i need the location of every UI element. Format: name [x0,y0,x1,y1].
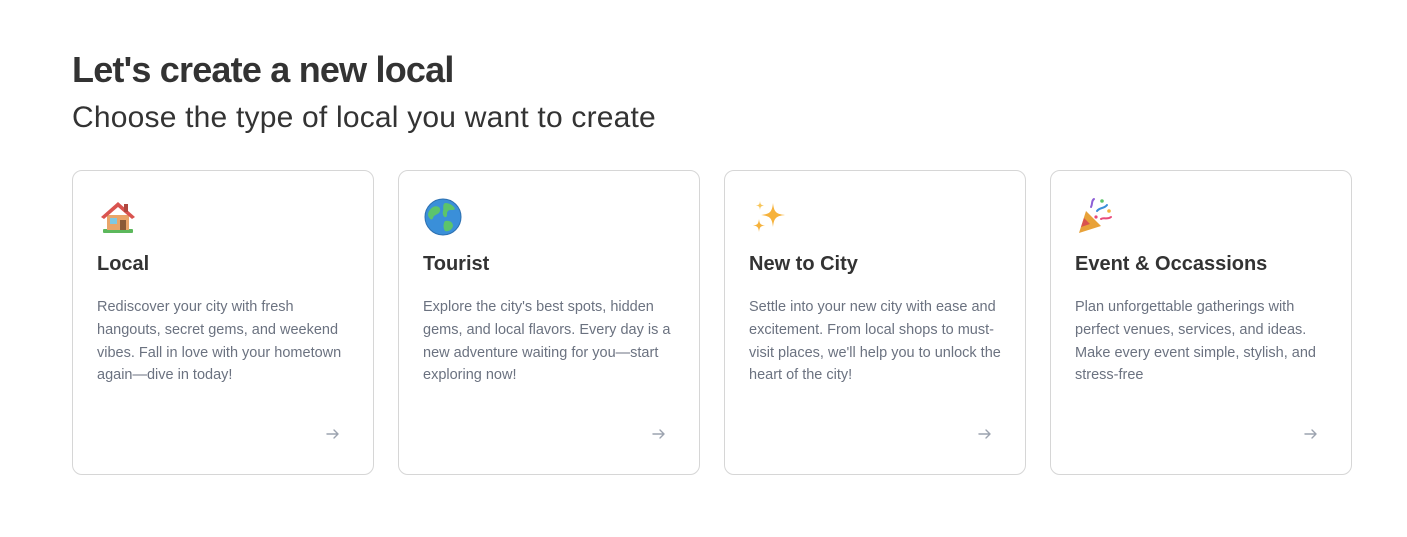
local-type-card-local[interactable]: Local Rediscover your city with fresh ha… [72,170,374,475]
local-type-cards: Local Rediscover your city with fresh ha… [72,170,1352,475]
arrow-right-icon[interactable] [977,426,993,442]
party-popper-icon [1079,198,1112,233]
arrow-right-icon[interactable] [325,426,341,442]
arrow-right-icon[interactable] [651,426,667,442]
arrow-right-icon[interactable] [1303,426,1319,442]
local-type-card-new-to-city[interactable]: New to City Settle into your new city wi… [724,170,1026,475]
sparkles-icon [753,201,785,232]
card-title: Event & Occassions [1075,253,1268,275]
card-title: New to City [749,253,858,275]
page: Let's create a new local Choose the type… [72,48,1352,475]
local-type-card-event-occassions[interactable]: Event & Occassions Plan unforgettable ga… [1050,170,1352,475]
card-description: Rediscover your city with fresh hangouts… [97,299,342,384]
card-description: Plan unforgettable gatherings with perfe… [1075,299,1316,384]
card-title: Tourist [423,253,490,275]
house-icon [101,202,135,233]
page-subtitle: Choose the type of local you want to cre… [72,101,656,134]
card-title: Local [97,253,150,275]
globe-icon [424,198,462,236]
page-title: Let's create a new local [72,49,454,90]
card-description: Explore the city's best spots, hidden ge… [423,299,671,384]
local-type-card-tourist[interactable]: Tourist Explore the city's best spots, h… [398,170,700,475]
card-description: Settle into your new city with ease and … [749,299,1001,384]
